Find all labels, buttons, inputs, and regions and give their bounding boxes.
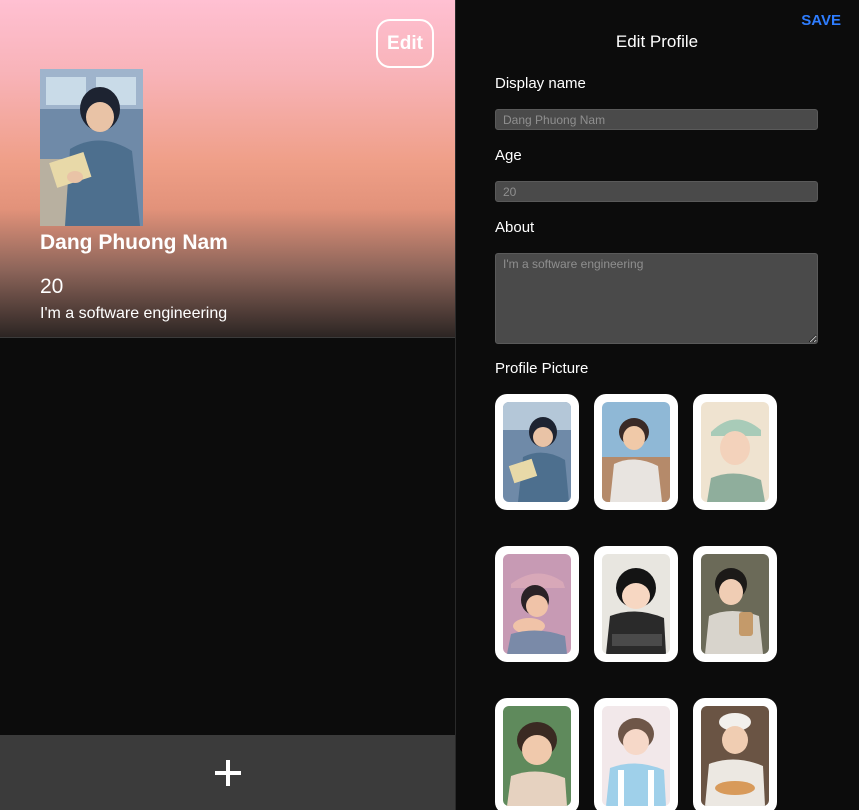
- display-name-input[interactable]: [495, 109, 818, 130]
- edit-button[interactable]: Edit: [376, 19, 434, 68]
- avatar: [40, 69, 143, 226]
- profile-picture-option[interactable]: [693, 394, 777, 510]
- profile-picture-option[interactable]: [594, 546, 678, 662]
- profile-picture-option[interactable]: [594, 698, 678, 810]
- profile-header: Edit Dang Phuong Nam 20 I'm a software e…: [0, 0, 455, 338]
- profile-age: 20: [40, 275, 64, 298]
- add-button[interactable]: [0, 735, 455, 810]
- save-button[interactable]: SAVE: [801, 12, 841, 29]
- age-input[interactable]: [495, 181, 818, 202]
- profile-picture-option[interactable]: [495, 394, 579, 510]
- plus-icon: [214, 759, 241, 786]
- app-root: Edit Dang Phuong Nam 20 I'm a software e…: [0, 0, 859, 810]
- profile-picture-option[interactable]: [495, 698, 579, 810]
- profile-picture-option[interactable]: [594, 394, 678, 510]
- page-title: Edit Profile: [615, 32, 699, 51]
- profile-name: Dang Phuong Nam: [40, 231, 228, 254]
- about-textarea[interactable]: [495, 253, 818, 344]
- profile-picture-label: Profile Picture: [495, 360, 589, 377]
- edit-profile-pane: SAVE Edit Profile Display name Age About…: [457, 0, 859, 810]
- profile-pane: Edit Dang Phuong Nam 20 I'm a software e…: [0, 0, 456, 810]
- display-name-label: Display name: [495, 75, 586, 92]
- profile-picture-option[interactable]: [495, 546, 579, 662]
- profile-picture-option[interactable]: [693, 698, 777, 810]
- profile-picture-option[interactable]: [693, 546, 777, 662]
- age-label: Age: [495, 147, 522, 164]
- about-label: About: [495, 219, 535, 236]
- profile-about: I'm a software engineering: [40, 305, 228, 322]
